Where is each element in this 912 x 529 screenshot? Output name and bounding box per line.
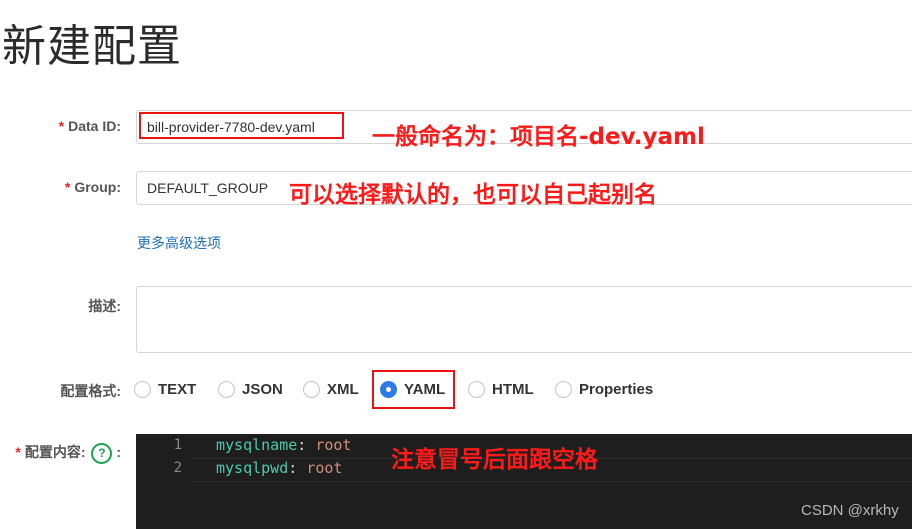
format-radio-xml[interactable]: XML <box>303 377 359 401</box>
data-id-label-text: Data ID: <box>68 118 121 134</box>
editor-gutter: 1 2 <box>136 434 192 529</box>
yaml-value: root <box>306 459 343 477</box>
format-label: 配置格式: <box>60 383 121 399</box>
required-mark: * <box>64 179 71 195</box>
radio-circle-icon <box>218 380 235 398</box>
yaml-separator: : <box>297 436 316 454</box>
format-option-label: XML <box>327 380 359 398</box>
line-number: 1 <box>173 437 182 453</box>
watermark: CSDN @xrkhy <box>801 502 899 519</box>
line-number: 2 <box>173 460 182 476</box>
format-radio-json[interactable]: JSON <box>218 377 283 401</box>
group-label: * Group: <box>65 179 121 195</box>
format-option-label: JSON <box>242 380 283 398</box>
required-mark: * <box>58 118 65 134</box>
description-label: 描述: <box>88 298 121 314</box>
data-id-label: * Data ID: <box>59 118 121 134</box>
yaml-key: mysqlname <box>216 436 298 454</box>
yaml-separator: : <box>288 459 307 477</box>
advanced-options-link[interactable]: 更多高级选项 <box>137 233 221 253</box>
group-value: DEFAULT_GROUP <box>147 180 269 196</box>
group-annotation: 可以选择默认的，也可以自己起别名 <box>289 182 657 208</box>
code-line: mysqlpwd: root <box>216 459 342 477</box>
content-annotation: 注意冒号后面跟空格 <box>391 447 598 473</box>
radio-circle-icon <box>555 380 572 398</box>
page-title: 新建配置 <box>2 21 182 72</box>
group-label-text: Group: <box>74 179 121 195</box>
format-radio-text[interactable]: TEXT <box>134 377 196 401</box>
yaml-value: root <box>315 436 352 454</box>
format-option-label: HTML <box>492 380 534 398</box>
help-icon[interactable]: ? <box>91 442 113 464</box>
radio-circle-icon <box>134 380 151 398</box>
data-id-annotation: 一般命名为：项目名-dev.yaml <box>372 124 705 150</box>
yaml-highlight-frame <box>372 370 455 409</box>
format-option-label: TEXT <box>158 380 197 398</box>
description-textarea[interactable] <box>136 286 912 353</box>
content-label: * 配置内容: ? : <box>15 442 121 464</box>
content-label-text: 配置内容: <box>24 444 86 460</box>
content-label-colon: : <box>116 444 121 460</box>
data-id-highlight-frame <box>139 112 344 139</box>
radio-circle-icon <box>303 380 320 398</box>
format-option-label: Properties <box>579 380 654 398</box>
yaml-key: mysqlpwd <box>216 459 289 477</box>
radio-circle-icon <box>468 380 485 398</box>
format-radio-html[interactable]: HTML <box>468 377 534 401</box>
format-radio-properties[interactable]: Properties <box>555 377 653 401</box>
required-mark: * <box>15 444 21 460</box>
code-line: mysqlname: root <box>216 436 351 454</box>
